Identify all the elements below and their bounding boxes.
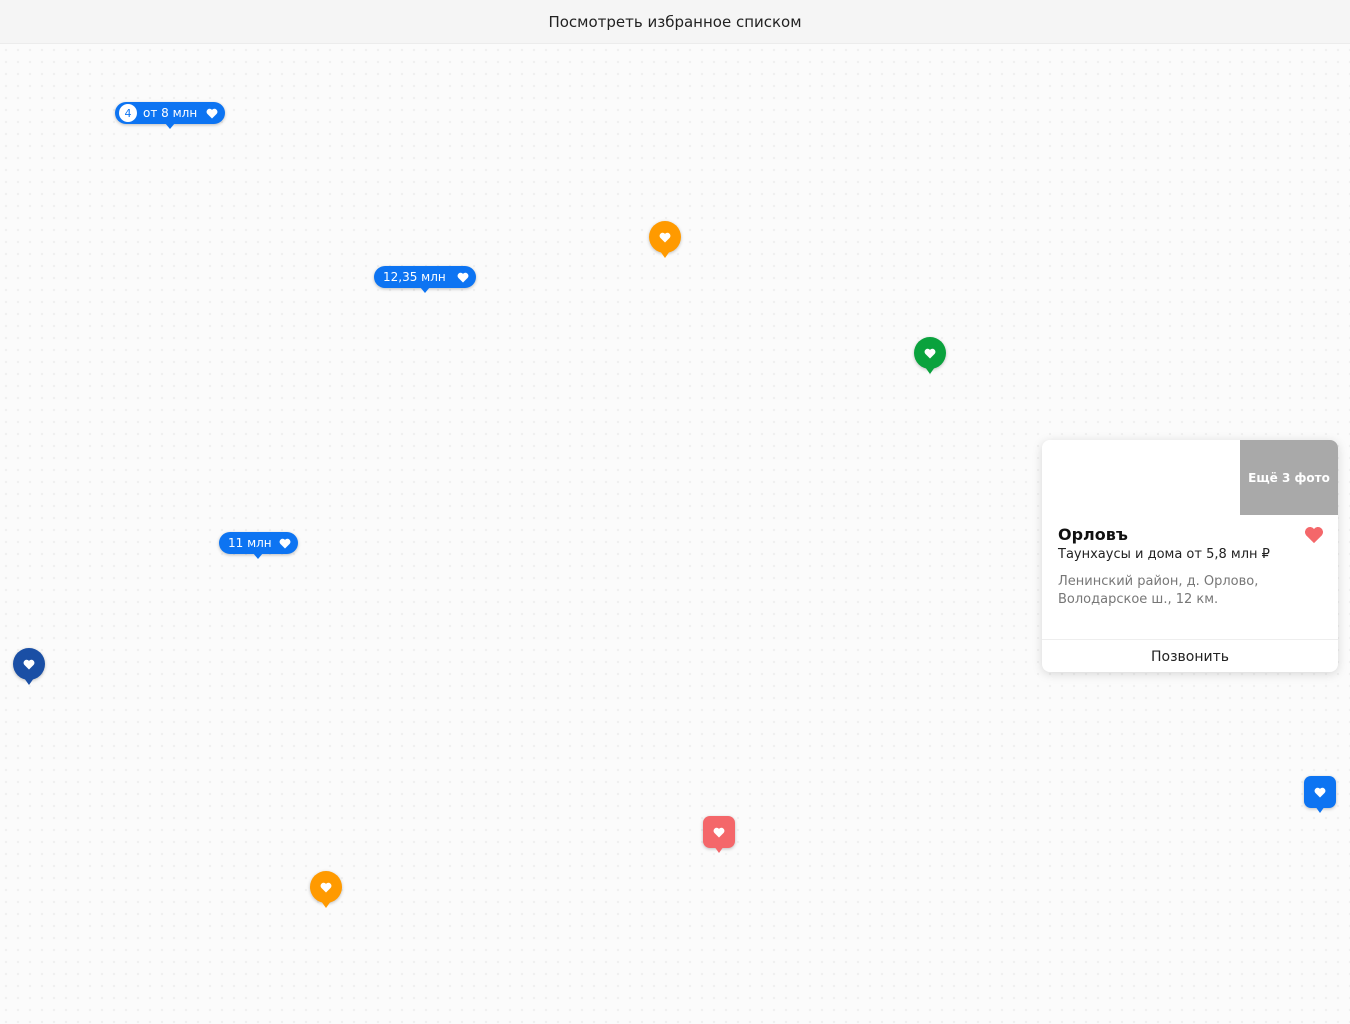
call-button-label: Позвонить — [1150, 648, 1229, 665]
property-address: Ленинский район, д. Орлово, Володарское … — [1058, 574, 1259, 607]
cluster-count: 4 — [119, 104, 137, 122]
price-marker[interactable]: 11 млн — [219, 532, 298, 559]
heart-icon — [659, 232, 671, 242]
favorite-pin-red[interactable] — [703, 816, 735, 853]
heart-icon — [278, 536, 292, 550]
favorite-pin-orange[interactable] — [310, 871, 342, 908]
view-favorites-list-label: Посмотреть избранное списком — [548, 12, 802, 31]
more-photos-button[interactable]: Ещё 3 фото — [1240, 440, 1338, 515]
favorite-pin-green[interactable] — [914, 337, 946, 374]
property-subtitle: Таунхаусы и дома от 5,8 млн ₽ — [1058, 547, 1270, 562]
price-marker[interactable]: 12,35 млн — [374, 266, 476, 293]
heart-icon[interactable] — [1304, 526, 1324, 544]
heart-icon — [320, 882, 332, 892]
property-photo[interactable] — [1042, 440, 1240, 515]
heart-icon — [23, 659, 35, 669]
favorite-pin-navy[interactable] — [13, 648, 45, 685]
heart-icon — [205, 106, 219, 120]
heart-icon — [456, 270, 470, 284]
cluster-marker[interactable]: 4 от 8 млн — [115, 102, 226, 129]
heart-icon — [1314, 787, 1326, 797]
heart-icon — [713, 827, 725, 837]
favorite-pin-orange[interactable] — [649, 221, 681, 258]
price-marker-label: 11 млн — [228, 536, 272, 550]
heart-icon — [924, 348, 936, 358]
more-photos-label: Ещё 3 фото — [1248, 470, 1330, 485]
view-favorites-list-button[interactable]: Посмотреть избранное списком — [0, 0, 1350, 44]
cluster-price: от 8 млн — [143, 106, 198, 120]
call-button[interactable]: Позвонить — [1042, 639, 1338, 672]
property-card[interactable]: Ещё 3 фото Орловъ Таунхаусы и дома от 5,… — [1042, 440, 1338, 672]
favorite-pin-blue[interactable] — [1304, 776, 1336, 813]
price-marker-label: 12,35 млн — [383, 270, 446, 284]
property-title[interactable]: Орловъ — [1058, 525, 1128, 544]
